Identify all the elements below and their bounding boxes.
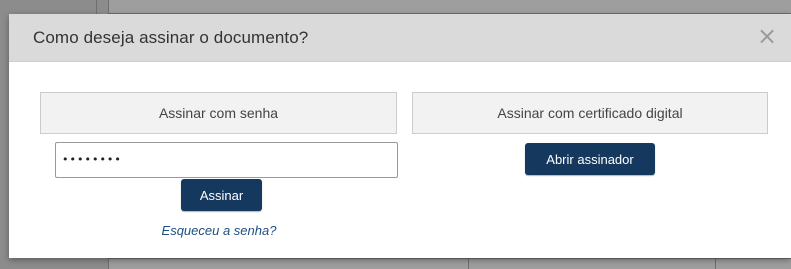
background-divider — [96, 0, 97, 14]
open-signer-button[interactable]: Abrir assinador — [525, 143, 655, 175]
sign-document-dialog: Como deseja assinar o documento? × Assin… — [9, 14, 791, 258]
sign-with-certificate-tab[interactable]: Assinar com certificado digital — [412, 92, 768, 134]
forgot-password-link[interactable]: Esqueceu a senha? — [9, 223, 429, 238]
sign-with-password-label: Assinar com senha — [158, 105, 279, 121]
background-panel-bottom — [108, 258, 791, 269]
sign-with-certificate-label: Assinar com certificado digital — [497, 105, 683, 121]
close-icon[interactable]: × — [755, 23, 779, 49]
background-divider — [715, 258, 716, 269]
sign-with-password-tab[interactable]: Assinar com senha — [40, 92, 397, 134]
dialog-title: Como deseja assinar o documento? — [33, 28, 309, 47]
dialog-header: Como deseja assinar o documento? × — [9, 14, 791, 62]
open-signer-button-label: Abrir assinador — [546, 151, 634, 167]
sign-button[interactable]: Assinar — [181, 179, 262, 211]
background-divider — [468, 258, 469, 269]
password-field[interactable]: •••••••• — [55, 142, 398, 178]
sign-button-label: Assinar — [199, 187, 244, 203]
background-panel-top — [108, 0, 791, 14]
